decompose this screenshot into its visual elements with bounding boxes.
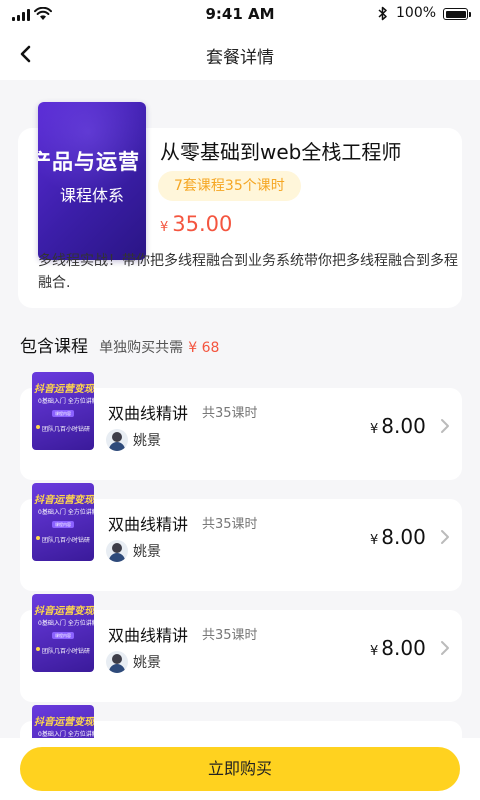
course-price-currency: ¥ <box>370 644 379 659</box>
thumb-badge: 课程内容 <box>52 632 74 639</box>
package-cover-image: 产品与运营 课程体系 <box>38 102 146 260</box>
section-total-price: ¥ 68 <box>188 340 219 356</box>
cover-title: 产品与运营 <box>38 150 140 174</box>
package-price-value: 35.00 <box>172 212 233 236</box>
teacher-name: 姚景 <box>133 544 161 560</box>
thumb-subtitle: 0基础入门 全方位讲解 <box>38 398 94 405</box>
teacher-avatar <box>106 429 128 451</box>
thumb-badge: 课程内容 <box>52 521 74 528</box>
package-price: ¥35.00 <box>160 212 232 236</box>
course-thumbnail: 抖音运营变现 0基础入门 全方位讲解课程内容团队几百小时钻研 <box>32 594 94 672</box>
course-price-currency: ¥ <box>370 533 379 548</box>
teacher-name: 姚景 <box>133 433 161 449</box>
thumb-title: 抖音运营变现 <box>34 606 94 617</box>
course-price-value: 8.00 <box>381 525 426 549</box>
battery-percentage: 100% <box>396 5 437 21</box>
nav-bar: 套餐详情 <box>0 28 480 80</box>
course-thumbnail: 抖音运营变现 0基础入门 全方位讲解课程内容团队几百小时钻研 <box>32 483 94 561</box>
included-courses-header: 包含课程 单独购买共需 ¥ 68 <box>20 332 219 357</box>
section-total-value: 68 <box>201 340 220 356</box>
thumb-subtitle: 0基础入门 全方位讲解 <box>38 731 94 738</box>
thumb-subtitle: 0基础入门 全方位讲解 <box>38 509 94 516</box>
section-title: 包含课程 <box>20 337 88 357</box>
thumb-footer: 团队几百小时钻研 <box>42 648 91 655</box>
course-price-currency: ¥ <box>370 422 379 437</box>
page-title: 套餐详情 <box>206 48 274 68</box>
teacher-avatar <box>106 651 128 673</box>
thumb-subtitle: 0基础入门 全方位讲解 <box>38 620 94 627</box>
thumb-title: 抖音运营变现 <box>34 495 94 506</box>
thumb-badge: 课程内容 <box>52 410 74 417</box>
thumb-dot <box>36 425 40 429</box>
battery-icon <box>443 8 471 20</box>
chevron-right-icon <box>441 530 449 544</box>
package-tag: 7套课程35个课时 <box>158 171 301 201</box>
teacher-avatar <box>106 540 128 562</box>
thumb-dot <box>36 536 40 540</box>
teacher-name: 姚景 <box>133 655 161 671</box>
course-price: ¥8.00 <box>370 636 426 660</box>
status-bar: 9:41 AM 100% <box>0 0 480 28</box>
buy-now-button[interactable]: 立即购买 <box>20 747 460 791</box>
course-lessons: 共35课时 <box>202 406 258 421</box>
bluetooth-icon <box>378 6 387 21</box>
cover-subtitle: 课程体系 <box>59 186 124 205</box>
thumb-footer: 团队几百小时钻研 <box>42 426 91 433</box>
course-lessons: 共35课时 <box>202 517 258 532</box>
chevron-right-icon <box>441 419 449 433</box>
course-price: ¥8.00 <box>370 414 426 438</box>
course-price-value: 8.00 <box>381 414 426 438</box>
course-price: ¥8.00 <box>370 525 426 549</box>
course-name: 双曲线精讲 <box>108 515 189 534</box>
package-price-currency: ¥ <box>160 220 169 235</box>
section-subtitle: 单独购买共需 <box>99 340 184 356</box>
thumb-footer: 团队几百小时钻研 <box>42 537 91 544</box>
chevron-right-icon <box>441 641 449 655</box>
thumb-title: 抖音运营变现 <box>34 384 94 395</box>
course-thumbnail: 抖音运营变现 0基础入门 全方位讲解课程内容团队几百小时钻研 <box>32 372 94 450</box>
course-name: 双曲线精讲 <box>108 404 189 423</box>
course-lessons: 共35课时 <box>202 628 258 643</box>
thumb-title: 抖音运营变现 <box>34 717 94 728</box>
package-title: 从零基础到web全栈工程师 <box>160 140 402 164</box>
section-total-currency: ¥ <box>188 340 198 356</box>
thumb-dot <box>36 647 40 651</box>
course-price-value: 8.00 <box>381 636 426 660</box>
course-name: 双曲线精讲 <box>108 626 189 645</box>
package-description: 多线程实战！带你把多线程融合到业务系统带你把多线程融合到多程融合. <box>38 253 458 291</box>
